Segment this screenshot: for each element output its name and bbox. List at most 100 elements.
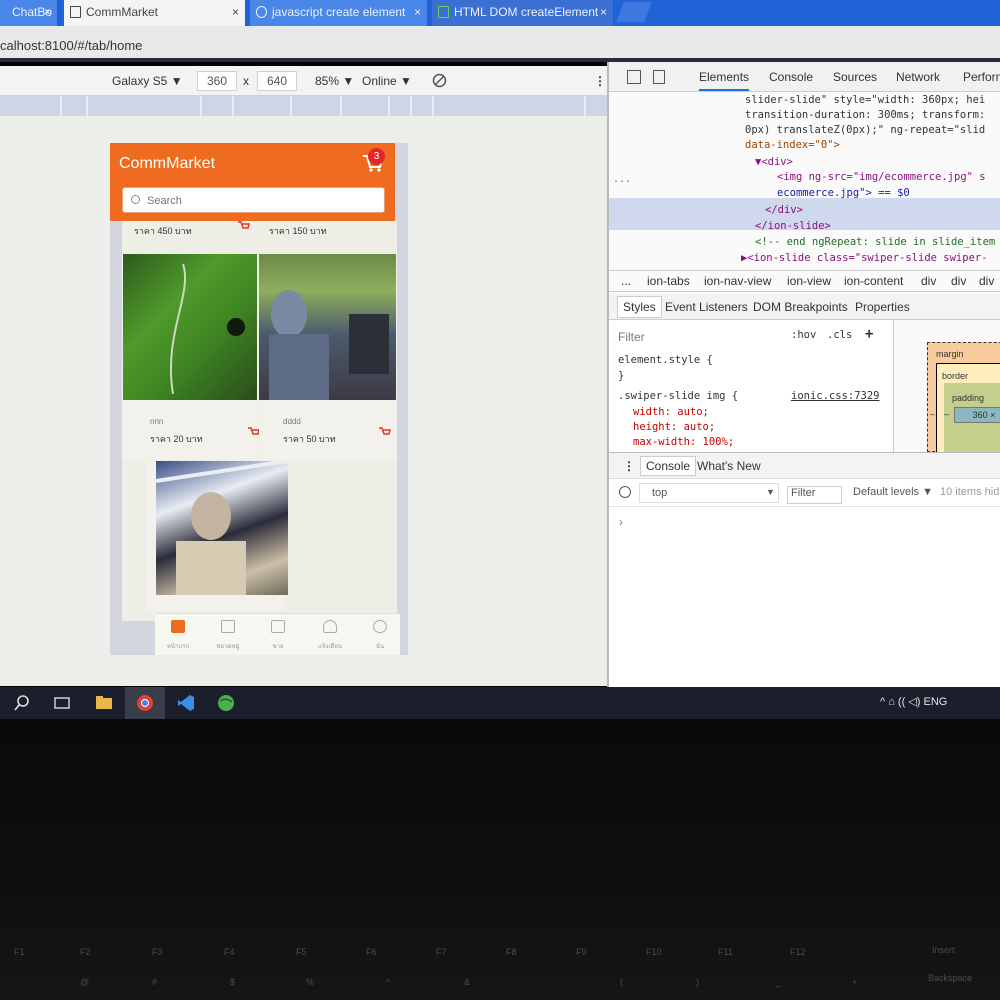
hidden-items-count: 10 items hid: [940, 486, 1000, 498]
dom-line-selected[interactable]: <img ng-src="img/ecommerce.jpg" s: [777, 169, 986, 185]
url-text[interactable]: calhost:8100/#/tab/home: [0, 38, 142, 53]
product-image[interactable]: [123, 254, 257, 400]
breadcrumb-item[interactable]: div: [921, 274, 936, 288]
chrome-icon[interactable]: [135, 693, 155, 713]
console-filter-input[interactable]: Filter: [787, 486, 842, 504]
dom-line[interactable]: 0px) translateZ(0px);" ng-repeat="slid: [745, 122, 985, 138]
dom-line[interactable]: slider-slide" style="width: 360px; hei: [745, 92, 985, 108]
breadcrumb-item[interactable]: ion-nav-view: [704, 274, 771, 288]
style-rule-selector[interactable]: .swiper-slide img {: [618, 390, 738, 402]
product-card[interactable]: nnn ราคา 20 บาท: [122, 254, 260, 460]
tab-sources[interactable]: Sources: [833, 70, 877, 84]
context-select[interactable]: top ▼: [639, 483, 779, 503]
browser-tab-chatbot[interactable]: ChatBo ×: [0, 0, 58, 26]
tab-elements[interactable]: Elements: [699, 70, 750, 91]
device-toggle-icon[interactable]: [653, 70, 665, 84]
drawer-tab-console[interactable]: Console: [640, 456, 697, 476]
rotate-icon[interactable]: [432, 73, 447, 88]
dom-line[interactable]: data-index="0">: [745, 137, 840, 153]
add-to-cart-icon[interactable]: [238, 221, 250, 231]
search-icon: [131, 195, 140, 204]
new-tab-button[interactable]: [616, 2, 652, 22]
console-prompt[interactable]: ›: [619, 515, 623, 529]
task-view-icon[interactable]: [52, 693, 72, 713]
box-model-content[interactable]: 360 ×: [954, 407, 1000, 423]
dom-line[interactable]: </ion-slide>: [755, 218, 831, 234]
file-explorer-icon[interactable]: [94, 693, 114, 713]
dom-line[interactable]: ▶<ion-slide class="swiper-slide swiper-: [741, 250, 988, 266]
key-label: F1: [14, 947, 25, 957]
add-to-cart-icon[interactable]: [379, 427, 391, 437]
search-icon[interactable]: [12, 693, 32, 713]
hover-toggle[interactable]: :hov: [791, 329, 816, 341]
system-tray[interactable]: ^ ⌂ (( ◁) ENG: [880, 695, 947, 708]
drawer-menu-icon[interactable]: ⋮: [623, 459, 635, 473]
tab-categories[interactable]: หมวดหมู่: [205, 620, 251, 651]
dom-tree[interactable]: slider-slide" style="width: 360px; hei t…: [609, 92, 1000, 272]
dom-line[interactable]: ▼<div>: [755, 154, 793, 170]
browser-tab-html-dom[interactable]: HTML DOM createElement ×: [432, 0, 614, 26]
tab-network[interactable]: Network: [896, 70, 940, 84]
app-globe-icon[interactable]: [216, 693, 236, 713]
network-select[interactable]: Online ▼: [362, 74, 412, 88]
breadcrumb-item[interactable]: ...: [621, 274, 631, 288]
device-select[interactable]: Galaxy S5 ▼: [112, 74, 183, 88]
tab-dom-breakpoints[interactable]: DOM Breakpoints: [753, 300, 848, 314]
tab-close-icon[interactable]: ×: [414, 0, 421, 24]
height-input[interactable]: 640: [257, 71, 297, 91]
address-bar[interactable]: calhost:8100/#/tab/home: [0, 26, 1000, 62]
browser-tab-javascript[interactable]: javascript create element ×: [250, 0, 428, 26]
log-levels-select[interactable]: Default levels ▼: [853, 486, 933, 498]
product-image[interactable]: [259, 254, 396, 400]
breadcrumb-item[interactable]: div: [979, 274, 994, 288]
inspect-icon[interactable]: [627, 70, 641, 84]
dom-line[interactable]: transition-duration: 300ms; transform:: [745, 107, 985, 123]
style-source-link[interactable]: ionic.css:7329: [791, 390, 880, 402]
breadcrumb-item[interactable]: ion-tabs: [647, 274, 690, 288]
tab-sell[interactable]: ขาย: [255, 620, 301, 651]
tab-styles[interactable]: Styles: [617, 296, 662, 318]
tab-console[interactable]: Console: [769, 70, 813, 84]
breadcrumb-item[interactable]: ion-content: [844, 274, 903, 288]
tab-event-listeners[interactable]: Event Listeners: [665, 300, 748, 314]
search-bar[interactable]: [122, 187, 385, 213]
tab-notifications[interactable]: แจ้งเตือน: [307, 620, 353, 651]
tab-home[interactable]: หน้าแรก: [155, 620, 201, 651]
product-price: ราคา 450 บาท: [134, 226, 192, 236]
styles-filter-input[interactable]: Filter: [618, 330, 645, 344]
bell-icon: [323, 620, 337, 633]
dom-line-selected[interactable]: ecommerce.jpg"> == $0: [777, 185, 910, 201]
tab-properties[interactable]: Properties: [855, 300, 910, 314]
person-laptop-image: [269, 290, 389, 400]
style-declaration[interactable]: width: auto;: [633, 406, 709, 418]
zoom-select[interactable]: 85% ▼: [315, 74, 354, 88]
width-input[interactable]: 360: [197, 71, 237, 91]
drawer-tab-whats-new[interactable]: What's New: [697, 459, 761, 473]
style-rule-line[interactable]: element.style {: [618, 354, 713, 366]
style-declaration[interactable]: max-width: 100%;: [633, 436, 734, 448]
browser-tab-commmarket[interactable]: CommMarket ×: [64, 0, 246, 26]
clear-console-icon[interactable]: [619, 486, 631, 498]
product-card[interactable]: dddd ราคา 50 บาท: [259, 254, 397, 460]
key-label: F6: [366, 947, 377, 957]
tab-close-icon[interactable]: ×: [44, 0, 51, 24]
visual-studio-icon[interactable]: [176, 693, 196, 713]
product-image[interactable]: [156, 461, 288, 595]
product-card[interactable]: [146, 461, 288, 611]
search-input[interactable]: [147, 192, 367, 210]
media-query-ruler[interactable]: [0, 96, 612, 116]
breadcrumb-item[interactable]: ion-view: [787, 274, 831, 288]
breadcrumb-item[interactable]: div: [951, 274, 966, 288]
dom-line[interactable]: <!-- end ngRepeat: slide in slide_item: [755, 234, 995, 250]
tab-close-icon[interactable]: ×: [600, 0, 607, 24]
class-toggle[interactable]: .cls: [827, 329, 852, 341]
tab-close-icon[interactable]: ×: [232, 0, 239, 24]
style-declaration[interactable]: height: auto;: [633, 421, 715, 433]
add-rule-icon[interactable]: +: [865, 326, 873, 342]
tab-profile[interactable]: ฉัน: [357, 620, 403, 651]
more-options-icon[interactable]: ⋮: [594, 74, 606, 88]
key-label: ): [696, 977, 699, 987]
key-label: +: [852, 977, 858, 987]
tab-performance[interactable]: Perform: [963, 70, 1000, 84]
dom-line[interactable]: </div>: [765, 202, 803, 218]
